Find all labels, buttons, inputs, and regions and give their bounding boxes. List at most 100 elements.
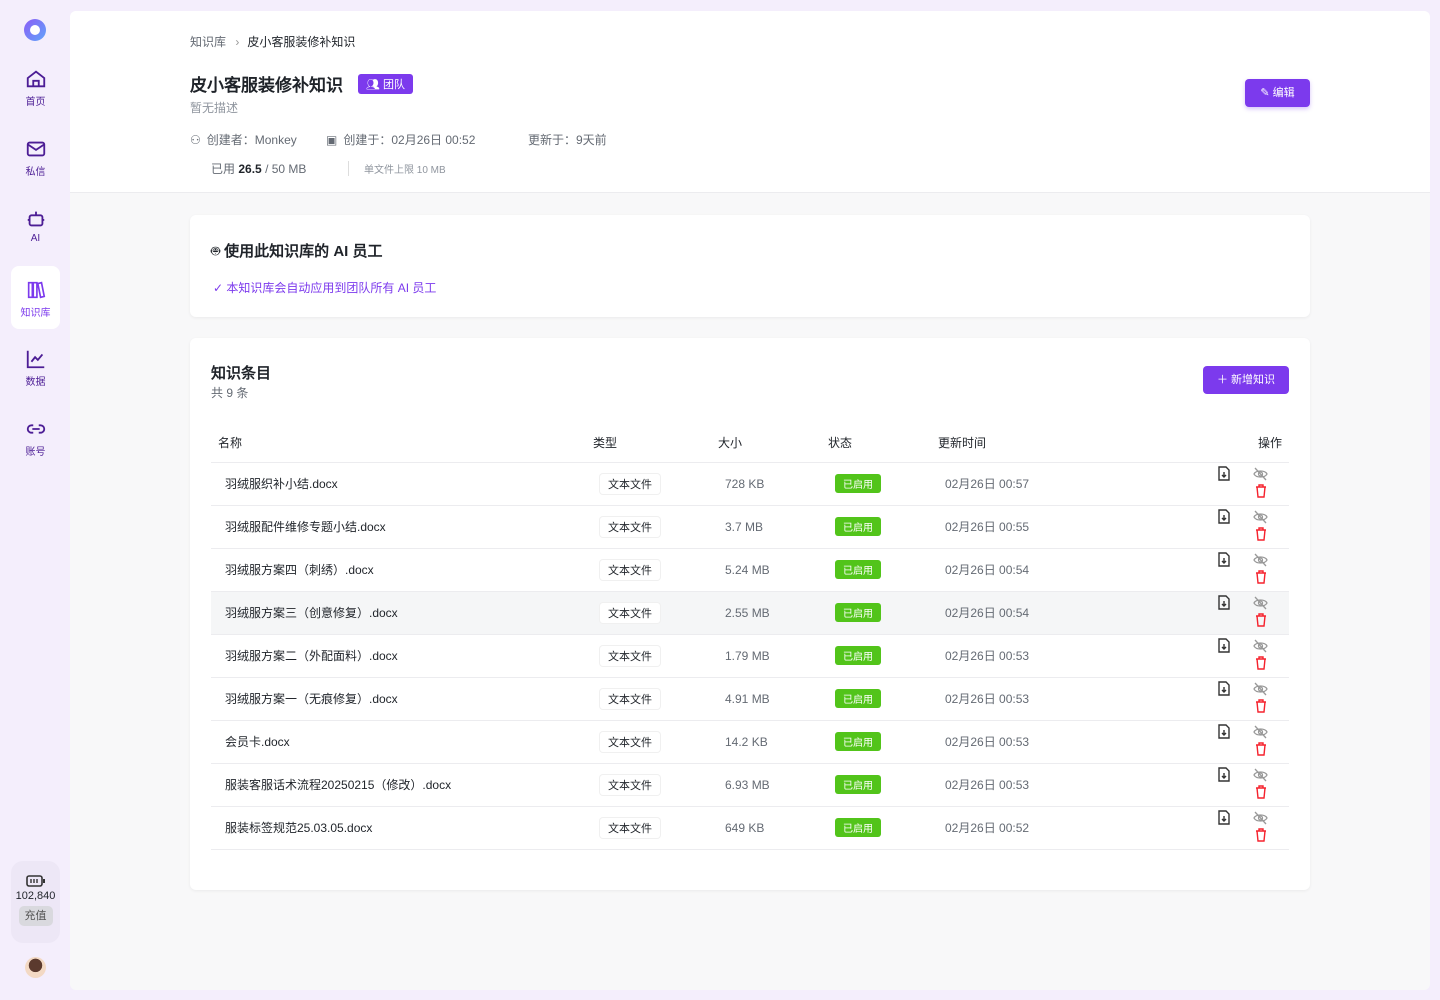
delete-icon[interactable] [1242,527,1279,544]
nav-label: 账号 [26,447,46,458]
team-icon: 👥︎ [366,79,383,91]
sidebar-item-messages[interactable]: 私信 [11,132,60,194]
created-text: 创建于：02月26日 00:52 [343,133,475,147]
file-name[interactable]: 羽绒服方案四（刺绣）.docx [211,548,586,591]
creator: ⚇创建者：Monkey [190,131,297,148]
updated-at: 更新于：9天前 [528,131,607,148]
recharge-button[interactable]: 充值 [19,906,53,926]
hide-icon[interactable] [1242,811,1279,828]
breadcrumb-root[interactable]: 知识库 [190,35,226,49]
file-size: 6.93 MB [711,763,821,806]
delete-icon[interactable] [1242,699,1279,716]
sidebar-item-home[interactable]: 首页 [11,62,60,124]
download-file-icon[interactable] [1205,552,1242,570]
col-time: 更新时间 [931,424,1166,462]
download-file-icon[interactable] [1205,767,1242,785]
user-icon: ⚇ [190,133,201,147]
download-file-icon[interactable] [1205,466,1242,484]
table-row[interactable]: 服装客服话术流程20250215（修改）.docx 文本文件 6.93 MB 已… [211,763,1289,806]
table-row[interactable]: 羽绒服方案四（刺绣）.docx 文本文件 5.24 MB 已启用 02月26日 … [211,548,1289,591]
hide-icon[interactable] [1242,596,1279,613]
status-badge: 已启用 [835,818,881,837]
edit-button[interactable]: ✎ 编辑 [1245,79,1310,107]
check-icon: ✓ [213,281,226,295]
delete-icon[interactable] [1242,785,1279,802]
col-status: 状态 [821,424,931,462]
file-name[interactable]: 羽绒服方案二（外配面料）.docx [211,634,586,677]
ai-card-title-text: 使用此知识库的 AI 员工 [224,243,382,260]
file-name[interactable]: 羽绒服方案一（无痕修复）.docx [211,677,586,720]
team-badge: 👥︎ 团队 [358,74,413,94]
download-file-icon[interactable] [1205,638,1242,656]
ai-card-note-text: 本知识库会自动应用到团队所有 AI 员工 [226,281,436,295]
table-row[interactable]: 服装标签规范25.03.05.docx 文本文件 649 KB 已启用 02月2… [211,806,1289,849]
app-logo[interactable] [24,19,46,41]
nav-label: 私信 [26,167,46,178]
delete-icon[interactable] [1242,613,1279,630]
add-label: 新增知识 [1231,374,1275,386]
kb-header: 知识库 ›皮小客服装修补知识 皮小客服装修补知识 👥︎ 团队 暂无描述 ⚇创建者… [70,11,1430,193]
used-label: 已用 [211,162,235,176]
add-knowledge-button[interactable]: ＋ 新增知识 [1203,366,1289,394]
table-row[interactable]: 羽绒服方案三（创意修复）.docx 文本文件 2.55 MB 已启用 02月26… [211,591,1289,634]
table-row[interactable]: 会员卡.docx 文本文件 14.2 KB 已启用 02月26日 00:53 [211,720,1289,763]
table-row[interactable]: 羽绒服织补小结.docx 文本文件 728 KB 已启用 02月26日 00:5… [211,462,1289,505]
file-name[interactable]: 服装标签规范25.03.05.docx [211,806,586,849]
updated-time: 02月26日 00:57 [931,462,1166,505]
sidebar-item-data[interactable]: 数据 [11,342,60,404]
hide-icon[interactable] [1242,639,1279,656]
file-size: 2.55 MB [711,591,821,634]
file-name[interactable]: 羽绒服方案三（创意修复）.docx [211,591,586,634]
nav-label: 首页 [26,97,46,108]
credits-count: 102,840 [11,890,60,902]
download-file-icon[interactable] [1205,724,1242,742]
status-badge: 已启用 [835,560,881,579]
link-icon [25,418,47,440]
plus-icon: ＋ [1217,374,1231,386]
file-size: 5.24 MB [711,548,821,591]
file-size: 728 KB [711,462,821,505]
sidebar-item-knowledge[interactable]: 知识库 [11,266,60,329]
user-avatar[interactable] [25,957,46,978]
updated-time: 02月26日 00:54 [931,591,1166,634]
status-badge: 已启用 [835,603,881,622]
delete-icon[interactable] [1242,484,1279,501]
sidebar: 首页 私信 AI 知识库 数据 账号 102,840 充值 [0,0,70,1000]
status-badge: 已启用 [835,517,881,536]
file-name[interactable]: 服装客服话术流程20250215（修改）.docx [211,763,586,806]
updated-time: 02月26日 00:53 [931,720,1166,763]
hide-icon[interactable] [1242,725,1279,742]
file-name[interactable]: 会员卡.docx [211,720,586,763]
delete-icon[interactable] [1242,656,1279,673]
knowledge-table: 名称 类型 大小 状态 更新时间 操作 羽绒服织补小结.docx 文本文件 72… [211,424,1289,850]
sidebar-item-ai[interactable]: AI [11,202,60,264]
col-size: 大小 [711,424,821,462]
delete-icon[interactable] [1242,742,1279,759]
hide-icon[interactable] [1242,467,1279,484]
sidebar-item-account[interactable]: 账号 [11,412,60,474]
delete-icon[interactable] [1242,570,1279,587]
table-row[interactable]: 羽绒服方案二（外配面料）.docx 文本文件 1.79 MB 已启用 02月26… [211,634,1289,677]
type-badge: 文本文件 [600,818,660,838]
status-badge: 已启用 [835,646,881,665]
file-name[interactable]: 羽绒服织补小结.docx [211,462,586,505]
updated-time: 02月26日 00:52 [931,806,1166,849]
nav-label: AI [31,233,40,244]
file-size: 1.79 MB [711,634,821,677]
download-file-icon[interactable] [1205,595,1242,613]
updated-time: 02月26日 00:54 [931,548,1166,591]
pencil-icon: ✎ [1260,87,1272,99]
hide-icon[interactable] [1242,768,1279,785]
table-row[interactable]: 羽绒服方案一（无痕修复）.docx 文本文件 4.91 MB 已启用 02月26… [211,677,1289,720]
download-file-icon[interactable] [1205,509,1242,527]
robot-icon [25,208,47,230]
file-name[interactable]: 羽绒服配件维修专题小结.docx [211,505,586,548]
table-row[interactable]: 羽绒服配件维修专题小结.docx 文本文件 3.7 MB 已启用 02月26日 … [211,505,1289,548]
download-file-icon[interactable] [1205,810,1242,828]
description: 暂无描述 [190,99,238,116]
delete-icon[interactable] [1242,828,1279,845]
hide-icon[interactable] [1242,553,1279,570]
download-file-icon[interactable] [1205,681,1242,699]
hide-icon[interactable] [1242,682,1279,699]
hide-icon[interactable] [1242,510,1279,527]
